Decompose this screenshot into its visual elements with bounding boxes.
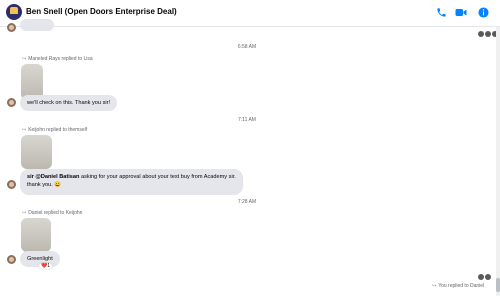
replied-image[interactable] <box>21 218 51 252</box>
reply-label: ↪ Keijohn replied to themself <box>22 127 88 133</box>
group-avatar[interactable] <box>6 4 22 20</box>
timestamp: 7:11 AM <box>238 117 256 123</box>
seen-avatar <box>478 31 484 37</box>
reply-arrow-icon: ↪ <box>432 283 437 289</box>
message-line: thank you. 😀 <box>27 182 62 188</box>
reply-arrow-icon: ↪ <box>22 210 27 216</box>
reply-label: ↪ Maneled Rays replied to Lisa <box>22 56 93 62</box>
sender-avatar <box>7 23 16 32</box>
scrollbar-thumb[interactable] <box>496 278 500 292</box>
sender-avatar <box>7 180 16 189</box>
replied-image[interactable] <box>21 135 52 169</box>
sender-avatar <box>7 98 16 107</box>
reply-label: ↪ Daniel replied to Keijohn <box>22 210 83 216</box>
timestamp: 7:28 AM <box>237 199 257 205</box>
seen-avatar <box>485 31 491 37</box>
seen-avatar <box>485 274 491 280</box>
seen-avatar <box>478 274 484 280</box>
message-bubble[interactable]: sir @Daniel Batisan asking for your appr… <box>20 169 243 195</box>
message-thread: 6:58 AM ↪ Maneled Rays replied to Lisa we… <box>0 19 500 296</box>
mention[interactable]: sir @Daniel Batisan <box>27 174 79 180</box>
phone-icon[interactable] <box>436 7 447 18</box>
video-icon[interactable] <box>455 7 467 18</box>
message-bubble[interactable] <box>20 19 54 31</box>
message-bubble[interactable]: we'll check on this. Thank you sir! <box>20 95 118 111</box>
info-icon[interactable] <box>478 7 489 18</box>
seen-indicators <box>478 274 491 280</box>
chat-title[interactable]: Ben Snell (Open Doors Enterprise Deal) <box>26 7 177 16</box>
reply-arrow-icon: ↪ <box>22 56 27 62</box>
reply-arrow-icon: ↪ <box>22 127 27 133</box>
reaction-badge[interactable]: ❤️1 <box>39 263 53 269</box>
reply-label: ↪ You replied to Daniel <box>432 283 485 289</box>
chat-header: Ben Snell (Open Doors Enterprise Deal) <box>0 0 500 27</box>
sender-avatar <box>7 255 16 264</box>
timestamp: 6:58 AM <box>237 44 257 50</box>
seen-indicators <box>478 31 498 37</box>
scrollbar[interactable] <box>496 27 500 296</box>
